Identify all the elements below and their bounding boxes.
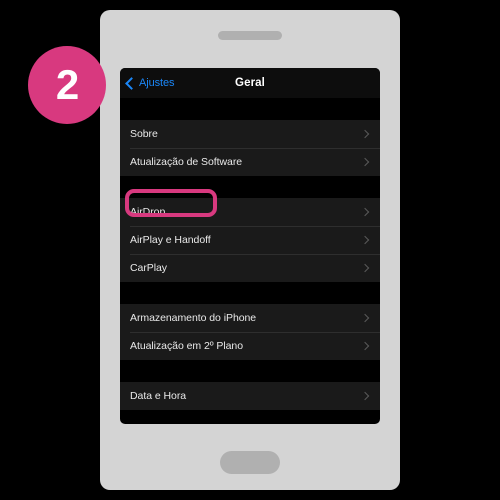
list-item-label: Data e Hora: [130, 390, 187, 402]
chevron-right-icon: [360, 235, 370, 245]
section-gap: [120, 360, 380, 382]
phone-screen: Ajustes Geral Sobre Atualização de Softw…: [120, 68, 380, 424]
settings-list: Sobre Atualização de Software AirDrop Ai…: [120, 98, 380, 410]
list-item-label: Atualização em 2º Plano: [130, 340, 244, 352]
home-button[interactable]: [220, 451, 280, 474]
section-gap: [120, 282, 380, 304]
list-item-airdrop[interactable]: AirDrop: [120, 198, 380, 226]
list-item-atualizacao-de-software[interactable]: Atualização de Software: [120, 148, 380, 176]
back-button-label: Ajustes: [139, 77, 175, 89]
navigation-bar: Ajustes Geral: [120, 68, 380, 98]
chevron-right-icon: [360, 129, 370, 139]
list-item-label: AirDrop: [130, 206, 166, 218]
settings-group-4: Data e Hora: [120, 382, 380, 410]
settings-group-3: Armazenamento do iPhone Atualização em 2…: [120, 304, 380, 360]
list-item-airplay-e-handoff[interactable]: AirPlay e Handoff: [120, 226, 380, 254]
phone-device-frame: Ajustes Geral Sobre Atualização de Softw…: [100, 10, 400, 490]
chevron-right-icon: [360, 263, 370, 273]
list-item-label: Atualização de Software: [130, 156, 243, 168]
chevron-right-icon: [360, 391, 370, 401]
chevron-left-icon: [125, 76, 138, 90]
list-item-armazenamento-do-iphone[interactable]: Armazenamento do iPhone: [120, 304, 380, 332]
stage: Ajustes Geral Sobre Atualização de Softw…: [0, 0, 500, 500]
step-number: 2: [55, 61, 79, 108]
list-item-carplay[interactable]: CarPlay: [120, 254, 380, 282]
list-item-data-e-hora[interactable]: Data e Hora: [120, 382, 380, 410]
chevron-right-icon: [360, 207, 370, 217]
settings-group-2: AirDrop AirPlay e Handoff CarPlay: [120, 198, 380, 282]
list-item-label: CarPlay: [130, 262, 167, 274]
earpiece-speaker: [218, 31, 282, 40]
chevron-right-icon: [360, 157, 370, 167]
section-gap: [120, 98, 380, 120]
settings-group-1: Sobre Atualização de Software: [120, 120, 380, 176]
list-item-label: Armazenamento do iPhone: [130, 312, 257, 324]
list-item-label: AirPlay e Handoff: [130, 234, 211, 246]
step-badge: 2: [28, 46, 106, 124]
back-button-ajustes[interactable]: Ajustes: [125, 76, 175, 90]
list-item-atualizacao-em-2-plano[interactable]: Atualização em 2º Plano: [120, 332, 380, 360]
section-gap: [120, 176, 380, 198]
chevron-right-icon: [360, 341, 370, 351]
list-item-label: Sobre: [130, 128, 158, 140]
list-item-sobre[interactable]: Sobre: [120, 120, 380, 148]
chevron-right-icon: [360, 313, 370, 323]
